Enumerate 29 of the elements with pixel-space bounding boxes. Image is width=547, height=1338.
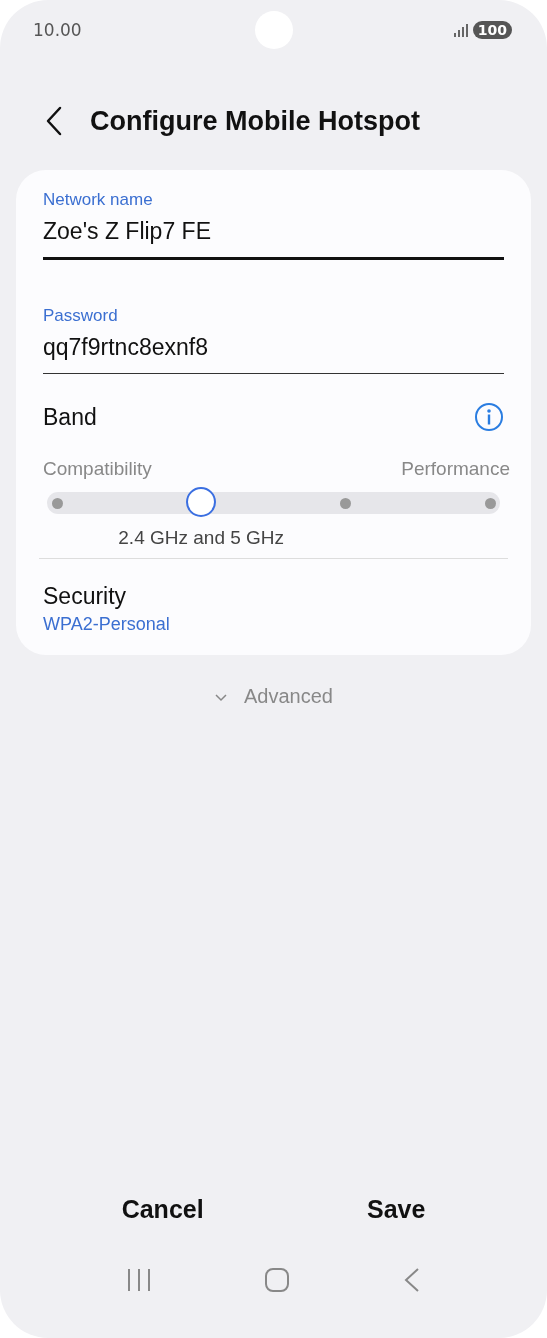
chevron-icon <box>214 691 228 702</box>
status-time: 10.00 <box>33 20 82 40</box>
home-icon[interactable] <box>264 1267 291 1293</box>
signal-icon <box>452 23 469 37</box>
field-value: qq7f9rtnc8exnf8 <box>43 334 209 361</box>
security-value: WPA2-Personal <box>43 614 171 635</box>
band-slider[interactable] <box>47 487 500 519</box>
action-button[interactable]: Save <box>346 1189 446 1230</box>
slider-max-label: Performance <box>401 458 510 480</box>
security-item[interactable]: Security WPA2-Personal <box>43 583 504 635</box>
security-label: Security <box>43 583 128 610</box>
battery-level: 100 <box>472 21 512 39</box>
recent-apps-icon[interactable] <box>126 1268 153 1292</box>
slider-stop-dot <box>484 498 496 509</box>
slider-thumb[interactable] <box>186 487 217 517</box>
back-icon[interactable] <box>44 106 64 136</box>
slider-stop-dot <box>51 498 63 509</box>
text-field[interactable]: Password qq7f9rtnc8exnf8 <box>43 302 504 374</box>
band-reading: 2.4 GHz and 5 GHz <box>118 527 285 549</box>
action-button[interactable]: Cancel <box>101 1189 224 1230</box>
slider-min-label: Compatibility <box>43 458 152 480</box>
field-label: Password <box>43 306 119 326</box>
slider-stop-dot <box>340 498 352 509</box>
info-icon[interactable] <box>474 402 504 432</box>
text-field[interactable]: Network name Zoe's Z Flip7 FE <box>43 186 504 260</box>
band-label: Band <box>43 403 97 431</box>
field-value: Zoe's Z Flip7 FE <box>43 218 212 245</box>
page-title: Configure Mobile Hotspot <box>90 105 420 137</box>
field-label: Network name <box>43 190 154 210</box>
